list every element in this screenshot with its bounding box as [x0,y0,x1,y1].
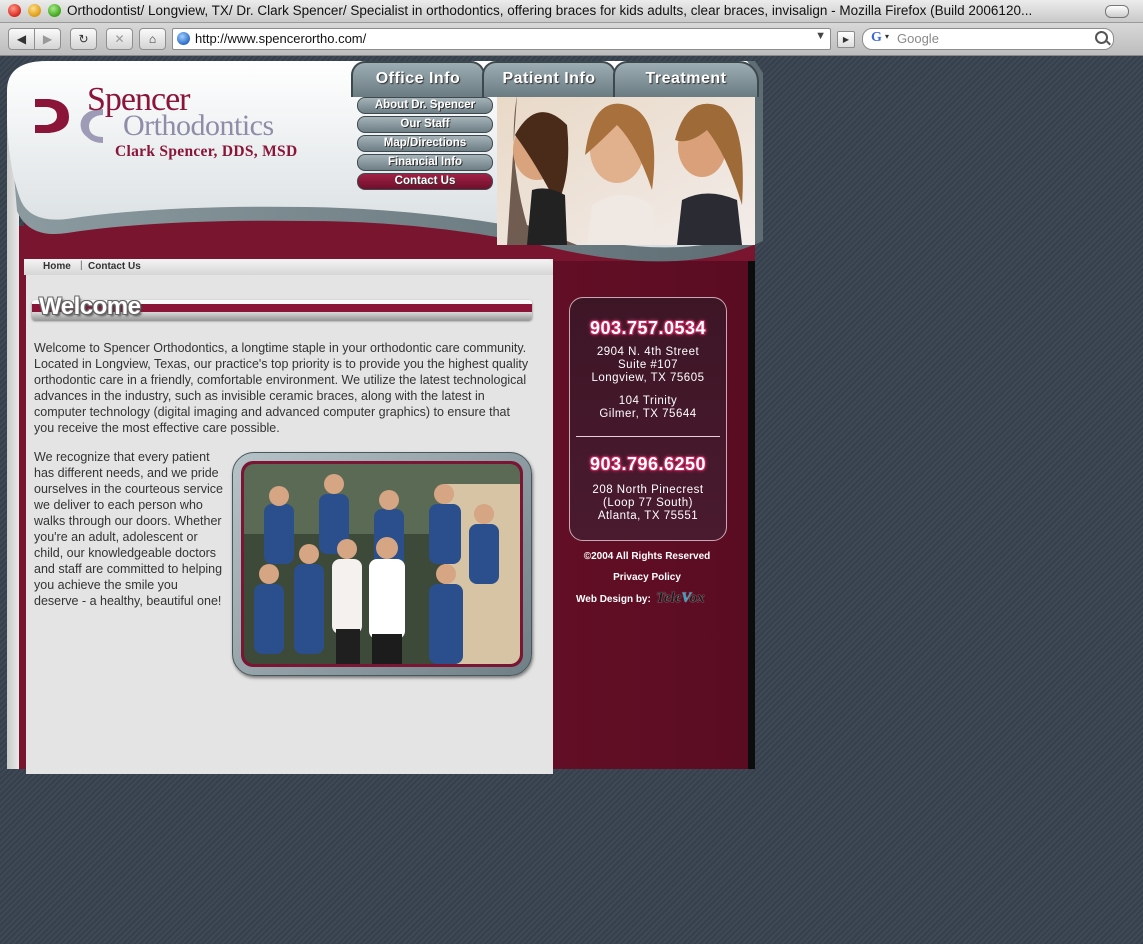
toolbar-toggle-button[interactable] [1105,5,1129,18]
forward-button[interactable]: ▶ [34,28,61,50]
site-container: Spencer Orthodontics Clark Spencer, DDS,… [7,61,767,774]
submenu-contact-us[interactable]: Contact Us [357,173,493,190]
staff-photo-border [241,461,523,667]
back-arrow-icon: ◀ [16,32,27,46]
televox-logo-text: ox [689,590,705,606]
staff-group-photo [244,464,520,664]
smiling-patients-photo [497,95,755,245]
navigation-toolbar: ◀ ▶ ↻ ✕ ⌂ http://www.spencerortho.com/ ▼… [0,23,1143,56]
address-bar[interactable]: http://www.spencerortho.com/ ▼ [172,28,831,50]
engine-dropdown-icon[interactable]: ▾ [885,32,889,41]
url-text[interactable]: http://www.spencerortho.com/ [195,31,366,46]
longview-address-line: 2904 N. 4th Street [596,346,700,358]
televox-logo[interactable]: TeleVox [656,590,705,607]
gilmer-address-line: Gilmer, TX 75644 [599,408,697,420]
longview-address-line: Longview, TX 75605 [591,372,705,384]
tab-treatment[interactable]: Treatment [613,61,759,97]
submenu-financial-info[interactable]: Financial Info [357,154,493,171]
breadcrumb-contact-link[interactable]: Contact Us [88,261,141,272]
forward-arrow-icon: ▶ [42,32,53,46]
breadcrumb: Home | Contact Us [24,259,553,275]
url-history-dropdown-icon[interactable]: ▼ [815,30,826,42]
longview-address-line: Suite #107 [618,359,678,371]
privacy-policy-link[interactable]: Privacy Policy [569,572,725,583]
submenu-about-dr-spencer[interactable]: About Dr. Spencer [357,97,493,114]
home-icon: ⌂ [148,32,157,46]
back-button[interactable]: ◀ [8,28,35,50]
page-title: Welcome [39,293,141,320]
stop-button[interactable]: ✕ [106,28,133,50]
google-engine-icon[interactable]: G [871,30,882,46]
televox-logo-v: V [681,590,690,606]
search-input[interactable]: Google [897,31,939,46]
go-button[interactable]: ▶ [837,31,855,48]
window-titlebar: Orthodontist/ Longview, TX/ Dr. Clark Sp… [0,0,1143,23]
longview-phone-number[interactable]: 903.757.0534 [570,318,726,339]
reload-button[interactable]: ↻ [70,28,97,50]
televox-logo-text: Tele [656,590,682,606]
window-title: Orthodontist/ Longview, TX/ Dr. Clark Sp… [67,3,1033,18]
gilmer-address-line: 104 Trinity [618,395,678,407]
atlanta-phone-number[interactable]: 903.796.6250 [570,454,726,475]
submenu-map-directions[interactable]: Map/Directions [357,135,493,152]
patient-needs-paragraph: We recognize that every patient has diff… [34,450,223,608]
intro-paragraph: Welcome to Spencer Orthodontics, a longt… [34,341,529,435]
atlanta-address-line: 208 North Pinecrest [592,484,704,496]
staff-photo-frame [232,452,532,676]
breadcrumb-separator: | [80,260,83,271]
search-icon[interactable] [1095,31,1108,44]
reload-icon: ↻ [78,32,89,46]
go-arrow-icon: ▶ [842,35,850,44]
breadcrumb-home-link[interactable]: Home [43,261,71,272]
atlanta-address-line: Atlanta, TX 75551 [597,510,699,522]
tab-patient-info[interactable]: Patient Info [482,61,616,97]
site-favicon-icon [177,32,190,45]
logo-doctor-name: Clark Spencer, DDS, MSD [115,143,298,160]
web-design-credit: Web Design by: [576,594,651,605]
copyright-notice: ©2004 All Rights Reserved [583,551,711,562]
minimize-window-button[interactable] [28,4,41,17]
search-bar[interactable]: G ▾ Google [862,28,1114,50]
close-window-button[interactable] [8,4,21,17]
stop-icon: ✕ [114,32,125,46]
welcome-banner: Welcome [32,293,532,322]
logo-practice-type: Orthodontics [123,109,274,142]
page-viewport: Spencer Orthodontics Clark Spencer, DDS,… [0,56,1143,944]
contact-info-box: 903.757.0534 2904 N. 4th Street Suite #1… [569,297,727,541]
tab-office-info[interactable]: Office Info [351,61,485,97]
submenu-our-staff[interactable]: Our Staff [357,116,493,133]
atlanta-address-line: (Loop 77 South) [603,497,693,509]
contact-divider [576,436,720,437]
zoom-window-button[interactable] [48,4,61,17]
home-button[interactable]: ⌂ [139,28,166,50]
